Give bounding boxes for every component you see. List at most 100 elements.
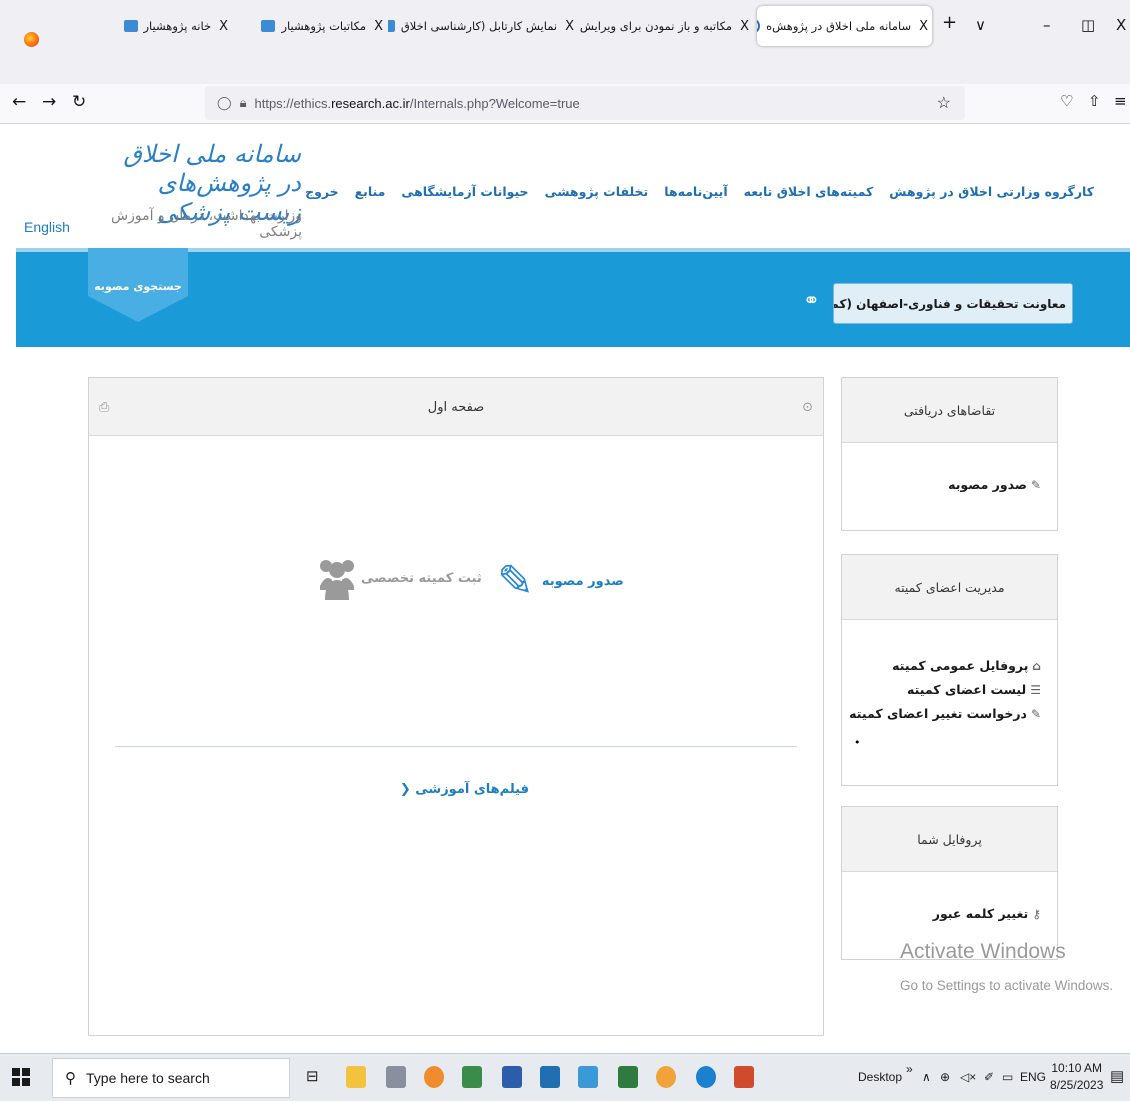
key-icon: ⚷ — [1032, 906, 1041, 921]
nav-item-committees[interactable]: کمیته‌های اخلاق تابعه — [744, 184, 874, 199]
sidebar-item-issue-approval[interactable]: ✎ صدور مصوبه — [854, 477, 1041, 492]
nav-item-lab-animals[interactable]: حیوانات آزمایشگاهی — [401, 184, 528, 199]
search-approval-tab[interactable]: جستجوی مصوبه — [88, 248, 188, 296]
show-hidden-icons[interactable]: ∧ — [922, 1070, 931, 1084]
search-tab-arrow — [88, 296, 188, 322]
tab-title: خانه پژوهشیار — [143, 19, 212, 33]
members-panel-title: مدیریت اعضای کمیته — [842, 555, 1057, 620]
main-nav: کارگروه وزارتی اخلاق در پژوهش کمیته‌های … — [305, 184, 1094, 199]
task-view-icon[interactable]: ⊟ — [306, 1067, 319, 1085]
link-icon[interactable]: ⚭ — [803, 288, 820, 312]
films-label: فیلم‌های آموزشی — [415, 782, 529, 797]
forward-arrow-icon[interactable]: → — [42, 92, 56, 112]
calculator-icon[interactable] — [462, 1066, 482, 1088]
taskbar-clock[interactable]: 10:10 AM 8/25/2023 — [1050, 1060, 1103, 1094]
nav-item-logout[interactable]: خروج — [305, 184, 339, 199]
bullet-dot: • — [854, 736, 861, 749]
issue-approval-button[interactable]: صدور مصوبه ✎ — [497, 556, 624, 607]
desktop-label[interactable]: Desktop — [858, 1070, 902, 1084]
minimize-button[interactable]: – — [1043, 16, 1051, 34]
search-icon: ⚲ — [65, 1070, 76, 1087]
list-icon: ☰ — [1030, 682, 1041, 697]
firefox-icon[interactable] — [24, 32, 39, 47]
site-header: سامانه ملی اخلاق در پژوهش‌های زیست پزشکی… — [16, 124, 1130, 248]
sidebar-item-committee-profile[interactable]: ⌂ پروفایل عمومی کمیته — [854, 658, 1041, 673]
pencil-icon: ✎ — [1030, 706, 1041, 721]
browser-tab[interactable]: X خانه پژوهشیار — [52, 6, 232, 46]
pencil-icon: ✎ — [497, 556, 534, 607]
training-films-link[interactable]: فیلم‌های آموزشی ❮ — [400, 782, 529, 797]
requests-panel-title: تقاضاهای دریافتی — [842, 378, 1057, 443]
url-path: /Internals.php?Welcome=true — [409, 95, 580, 111]
nav-item-violations[interactable]: تخلفات پژوهشی — [545, 184, 649, 199]
menu-icon[interactable]: ≡ — [1114, 92, 1127, 110]
your-profile-panel: پروفایل شما ⚷ تغییر کلمه عبور — [841, 806, 1058, 960]
browser-tab[interactable]: X نمایش کارتابل (کارشناسی اخلاق — [388, 6, 578, 46]
register-committee-button[interactable]: ثبت کمیته تخصصی — [317, 556, 482, 600]
edge-icon[interactable] — [696, 1066, 716, 1088]
favicon-icon — [388, 20, 395, 32]
sidebar-item-change-members[interactable]: ✎ درخواست تغییر اعضای کمیته — [849, 706, 1041, 721]
sidebar-item-members-list[interactable]: ☰ لیست اعضای کمیته — [854, 682, 1041, 697]
network-icon[interactable]: ⊕ — [940, 1070, 950, 1084]
activate-windows-title: Activate Windows — [900, 940, 1066, 963]
firefox-taskbar-icon[interactable] — [656, 1066, 676, 1088]
chrome-icon[interactable] — [424, 1066, 444, 1088]
address-bar[interactable]: ◯ 🔒︎ https://ethics. research.ac.ir/Inter… — [205, 86, 965, 120]
browser-tab[interactable]: X مکاتبه و باز نمودن برای ویرایش — [578, 6, 753, 46]
media-player-icon[interactable] — [540, 1066, 560, 1088]
bookmark-star-icon[interactable]: ☆ — [937, 93, 951, 113]
close-tab-icon[interactable]: X — [374, 19, 383, 34]
profile-panel-title: پروفایل شما — [842, 807, 1057, 872]
nav-item-ethics-workgroup[interactable]: کارگروه وزارتی اخلاق در پژوهش — [889, 184, 1094, 199]
home-icon: ⌂ — [1032, 658, 1041, 673]
back-arrow-icon[interactable]: ← — [12, 92, 26, 112]
tab-list-button[interactable]: ∨ — [975, 16, 986, 34]
browser-tab-active[interactable]: X سامانه ملی اخلاق در پژوهش‌ه — [757, 6, 932, 46]
shield-icon[interactable]: ◯ — [217, 95, 232, 111]
sidebar-item-label: لیست اعضای کمیته — [907, 682, 1027, 697]
chevron-left-icon: ❮ — [399, 782, 411, 797]
nav-item-resources[interactable]: منابع — [355, 184, 386, 199]
close-tab-icon[interactable]: X — [740, 19, 749, 34]
paint-icon[interactable] — [386, 1066, 406, 1088]
section-divider — [115, 746, 797, 747]
nav-item-regulations[interactable]: آیین‌نامه‌ها — [664, 184, 727, 199]
close-tab-icon[interactable]: X — [919, 19, 928, 34]
excel-icon[interactable] — [618, 1066, 638, 1088]
powerpoint-icon[interactable] — [734, 1066, 754, 1088]
favicon-icon — [123, 20, 138, 32]
file-explorer-icon[interactable] — [346, 1066, 366, 1088]
notifications-icon[interactable]: ▤ — [1110, 1067, 1124, 1085]
sidebar-item-label: درخواست تغییر اعضای کمیته — [849, 706, 1027, 721]
english-link[interactable]: English — [24, 219, 70, 235]
taskbar-search[interactable]: ⚲ Type here to search — [52, 1058, 290, 1098]
share-icon[interactable]: ⇧ — [1088, 92, 1101, 110]
url-prefix: https://ethics. — [254, 95, 332, 111]
language-indicator[interactable]: ENG — [1020, 1070, 1046, 1084]
windows-start-icon[interactable] — [12, 1068, 30, 1086]
pen-icon[interactable]: ✐ — [984, 1070, 994, 1084]
chevron-more-icon[interactable]: » — [906, 1062, 913, 1076]
browser-tab[interactable]: X مکاتبات پژوهشیار — [212, 6, 387, 46]
windows-taskbar: ⚲ Type here to search ⊟ Desktop » ∧ ⊕ ◁×… — [0, 1053, 1130, 1101]
word-icon[interactable] — [502, 1066, 522, 1088]
sidebar-item-label: تغییر کلمه عبور — [932, 906, 1029, 921]
committee-selector[interactable]: معاونت تحقیقات و فناوری-اصفهان (کمیته تخ… — [833, 283, 1073, 324]
lock-icon[interactable]: 🔒︎ — [240, 95, 247, 111]
reload-icon[interactable]: ↻ — [72, 92, 86, 112]
main-panel: ⎙ صفحه اول ⊙ صدور مصوبه ✎ ثبت کمیته تخصص… — [88, 377, 824, 1036]
volume-icon[interactable]: ◁× — [960, 1070, 976, 1084]
sidebar-item-change-password[interactable]: ⚷ تغییر کلمه عبور — [854, 906, 1041, 921]
remote-desktop-icon[interactable] — [578, 1066, 598, 1088]
pocket-icon[interactable]: ♡ — [1060, 92, 1073, 110]
sidebar-item-label: پروفایل عمومی کمیته — [892, 658, 1029, 673]
window-close-button[interactable]: X — [1116, 16, 1126, 34]
restore-button[interactable]: ◫ — [1081, 16, 1095, 34]
battery-icon[interactable]: ▭ — [1002, 1070, 1013, 1084]
close-tab-icon[interactable]: X — [565, 19, 574, 34]
new-tab-button[interactable]: + — [942, 12, 957, 33]
requests-panel: تقاضاهای دریافتی ✎ صدور مصوبه — [841, 377, 1058, 531]
collapse-icon[interactable]: ⊙ — [802, 400, 813, 415]
pencil-icon: ✎ — [1030, 477, 1041, 492]
